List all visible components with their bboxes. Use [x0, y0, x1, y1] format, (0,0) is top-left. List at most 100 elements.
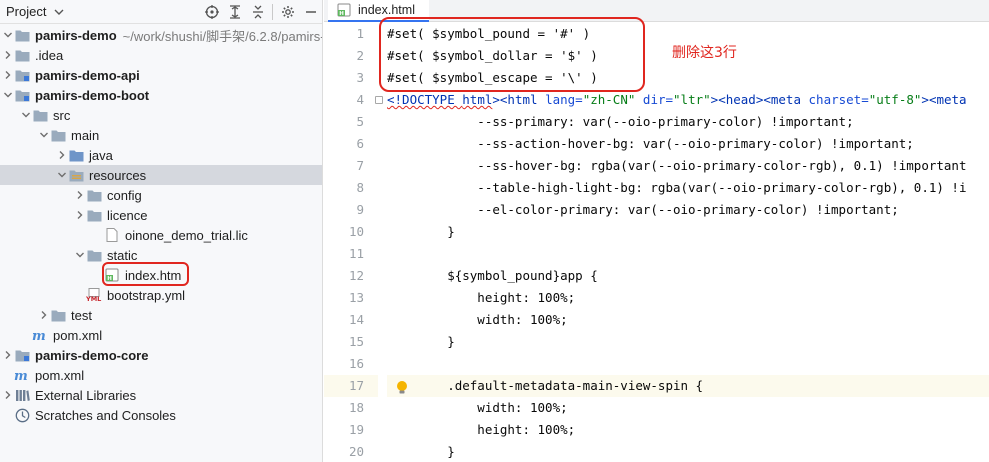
- folder-icon: [32, 107, 48, 123]
- code-line[interactable]: }: [387, 331, 989, 353]
- line-number: 13: [348, 290, 364, 305]
- chevron-right-icon[interactable]: [74, 205, 86, 225]
- tree-row-pamirs-demo-api[interactable]: pamirs-demo-api: [0, 65, 322, 85]
- code-line[interactable]: ${symbol_pound}app {: [387, 265, 989, 287]
- yml-file-icon: YML: [86, 287, 102, 303]
- chevron-down-icon[interactable]: [54, 7, 64, 17]
- code-line[interactable]: height: 100%;: [387, 287, 989, 309]
- code-line[interactable]: height: 100%;: [387, 419, 989, 441]
- line-number: 12: [348, 268, 364, 283]
- chevron-down-icon[interactable]: [38, 125, 50, 145]
- tree-row-bootstrap-yml[interactable]: YML bootstrap.yml: [0, 285, 322, 305]
- code-token: }: [387, 444, 455, 459]
- folder-icon: [14, 27, 30, 43]
- chevron-down-icon[interactable]: [2, 25, 14, 45]
- project-view-title[interactable]: Project: [6, 4, 46, 19]
- tree-row-test[interactable]: test: [0, 305, 322, 325]
- tree-row-external-libraries[interactable]: External Libraries: [0, 385, 322, 405]
- code-token: --el-color-primary: var(--oio-primary-co…: [387, 202, 899, 217]
- tree-row-pom-xml[interactable]: m pom.xml: [0, 365, 322, 385]
- chevron-down-icon[interactable]: [2, 85, 14, 105]
- code-token: <head>: [718, 92, 764, 107]
- tree-item-label: External Libraries: [35, 387, 137, 403]
- code-token: --ss-hover-bg: rgba(var(--oio-primary-co…: [387, 158, 967, 173]
- line-number: 6: [356, 136, 364, 151]
- tree-row-pamirs-demo-core[interactable]: pamirs-demo-core: [0, 345, 322, 365]
- target-icon[interactable]: [200, 0, 223, 24]
- code-token: .default-metadata-main-view-spin {: [387, 378, 704, 393]
- gear-icon[interactable]: [276, 0, 299, 24]
- code-line[interactable]: width: 100%;: [387, 397, 989, 419]
- chevron-down-icon[interactable]: [56, 165, 68, 185]
- code-token: ${symbol_pound}app {: [387, 268, 598, 283]
- code-token: <html: [499, 92, 546, 107]
- tree-row-licence[interactable]: licence: [0, 205, 322, 225]
- code-line[interactable]: --table-high-light-bg: rgba(var(--oio-pr…: [387, 177, 989, 199]
- collapse-all-icon[interactable]: [246, 0, 269, 24]
- tree-row-config[interactable]: config: [0, 185, 322, 205]
- line-number: 4: [356, 92, 364, 107]
- tree-row-java[interactable]: java: [0, 145, 322, 165]
- tree-row-pamirs-demo[interactable]: pamirs-demo ~/work/shushi/脚手架/6.2.8/pamir…: [0, 25, 322, 45]
- line-number: 15: [348, 334, 364, 349]
- folder-icon: [14, 47, 30, 63]
- chevron-right-icon[interactable]: [38, 305, 50, 325]
- folder-icon: [86, 207, 102, 223]
- code-token: dir=: [642, 92, 674, 107]
- code-token: >: [921, 92, 929, 107]
- chevron-right-icon[interactable]: [2, 65, 14, 85]
- lightbulb-icon[interactable]: [395, 380, 409, 399]
- chevron-right-icon[interactable]: [74, 185, 86, 205]
- tree-item-label: licence: [107, 207, 148, 223]
- tree-row-idea[interactable]: .idea: [0, 45, 322, 65]
- project-panel-header: Project: [0, 0, 322, 24]
- chevron-right-icon[interactable]: [2, 385, 14, 405]
- resources-folder-icon: [68, 167, 84, 183]
- line-number: 8: [356, 180, 364, 195]
- code-line[interactable]: width: 100%;: [387, 309, 989, 331]
- chevron-down-icon[interactable]: [74, 245, 86, 265]
- tree-row-main[interactable]: main: [0, 125, 322, 145]
- code-line[interactable]: }: [387, 221, 989, 243]
- code-line[interactable]: --ss-primary: var(--oio-primary-color) !…: [387, 111, 989, 133]
- code-line[interactable]: .default-metadata-main-view-spin {: [387, 375, 989, 397]
- tree-row-pamirs-demo-boot[interactable]: pamirs-demo-boot: [0, 85, 322, 105]
- code-line[interactable]: }: [387, 441, 989, 462]
- tree-item-label: test: [71, 307, 92, 323]
- chevron-right-icon[interactable]: [56, 145, 68, 165]
- file-icon: [104, 227, 120, 243]
- tree-item-label: java: [89, 147, 113, 163]
- project-tree: pamirs-demo ~/work/shushi/脚手架/6.2.8/pamir…: [0, 25, 322, 425]
- chevron-right-icon[interactable]: [2, 345, 14, 365]
- expand-all-icon[interactable]: [223, 0, 246, 24]
- code-line[interactable]: [387, 353, 989, 375]
- code-token: <meta: [928, 92, 967, 107]
- code-token: width: 100%;: [387, 400, 568, 415]
- tree-row-scratches-and-consoles[interactable]: Scratches and Consoles: [0, 405, 322, 425]
- code-line[interactable]: [387, 243, 989, 265]
- chevron-down-icon[interactable]: [20, 105, 32, 125]
- tree-row-pom-xml[interactable]: m pom.xml: [0, 325, 322, 345]
- folder-icon: [86, 187, 102, 203]
- code-line[interactable]: --ss-action-hover-bg: var(--oio-primary-…: [387, 133, 989, 155]
- code-token: "zh-CN": [582, 92, 636, 107]
- fold-marker-icon[interactable]: [375, 96, 383, 104]
- tree-row-resources[interactable]: resources: [0, 165, 322, 185]
- tree-row-src[interactable]: src: [0, 105, 322, 125]
- code-line[interactable]: --el-color-primary: var(--oio-primary-co…: [387, 199, 989, 221]
- code-line[interactable]: <!DOCTYPE html><html lang="zh-CN" dir="l…: [387, 89, 989, 111]
- code-line[interactable]: --ss-hover-bg: rgba(var(--oio-primary-co…: [387, 155, 989, 177]
- tree-item-label: pamirs-demo-boot: [35, 87, 150, 103]
- module-folder-icon: [14, 67, 30, 83]
- chevron-right-icon[interactable]: [2, 45, 14, 65]
- line-number: 18: [348, 400, 364, 415]
- hide-icon[interactable]: [299, 0, 322, 24]
- tree-row-oinone-demo-trial-lic[interactable]: oinone_demo_trial.lic: [0, 225, 322, 245]
- folder-icon: [50, 307, 66, 323]
- file-highlight-box: [102, 262, 189, 286]
- code-token: --ss-action-hover-bg: var(--oio-primary-…: [387, 136, 914, 151]
- code-token: "ltr": [673, 92, 711, 107]
